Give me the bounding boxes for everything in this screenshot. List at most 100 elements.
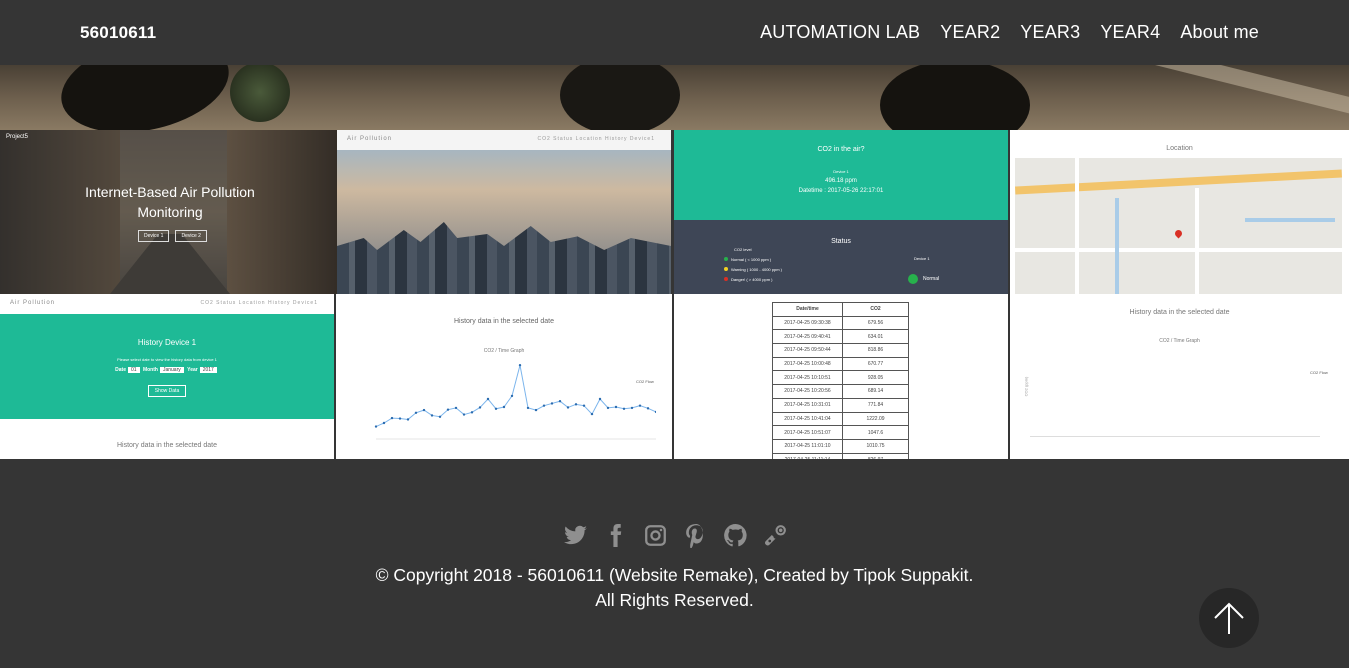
nav-item-about-me[interactable]: About me bbox=[1180, 22, 1259, 43]
location-heading: Location bbox=[1166, 145, 1193, 152]
navbar: 56010611 AUTOMATION LAB YEAR2 YEAR3 YEAR… bbox=[0, 0, 1349, 65]
nav-menu: AUTOMATION LAB YEAR2 YEAR3 YEAR4 About m… bbox=[740, 22, 1259, 43]
nav-item-year3[interactable]: YEAR3 bbox=[1020, 22, 1080, 43]
data-point bbox=[550, 402, 554, 405]
data-point bbox=[510, 394, 514, 398]
tile-brand: Project5 bbox=[6, 134, 29, 140]
level-warning: Warning ( 1000 - 4000 ppm ) bbox=[731, 267, 782, 272]
data-point bbox=[518, 364, 522, 367]
datetime-cell: 2017-04-25 10:31:01 bbox=[772, 397, 843, 413]
nav-item-year2[interactable]: YEAR2 bbox=[940, 22, 1000, 43]
tile-header: Air Pollution bbox=[347, 136, 393, 142]
project-gallery: Project5 Internet-Based Air Pollution Mo… bbox=[0, 130, 1349, 459]
nav-item-year4[interactable]: YEAR4 bbox=[1100, 22, 1160, 43]
ppm-value: 496.18 ppm bbox=[825, 178, 857, 184]
data-point bbox=[478, 406, 482, 409]
co2-cell: 634.01 bbox=[842, 329, 909, 345]
nav-item-automation-lab[interactable]: AUTOMATION LAB bbox=[760, 22, 920, 43]
year-select: 2017 bbox=[199, 367, 217, 373]
datetime-cell: 2017-04-25 10:20:56 bbox=[772, 384, 843, 399]
data-point bbox=[422, 408, 426, 412]
tile-header: Air Pollution bbox=[10, 300, 56, 306]
back-to-top-button[interactable] bbox=[1199, 588, 1259, 648]
chart-legend: CO2 Flow bbox=[636, 379, 654, 384]
table-row: 2017-04-25 10:10:51 928.05 bbox=[772, 370, 909, 386]
datetime-cell: 2017-04-25 09:50:44 bbox=[772, 343, 843, 358]
table-row: 2017-04-25 10:00:48 670.77 bbox=[772, 356, 909, 372]
datetime-cell: 2017-04-25 10:41:04 bbox=[772, 411, 843, 427]
data-point bbox=[542, 404, 546, 407]
level-normal: Normal ( < 1000 ppm ) bbox=[731, 257, 772, 262]
instagram-icon[interactable] bbox=[641, 521, 669, 549]
data-point bbox=[430, 414, 434, 417]
data-point bbox=[582, 404, 586, 407]
table-row: 2017-04-25 10:51:07 1047.6 bbox=[772, 425, 909, 440]
datetime-cell: 2017-04-25 10:10:51 bbox=[772, 370, 843, 386]
data-point bbox=[486, 397, 490, 401]
datetime-cell: 2017-04-25 09:30:38 bbox=[772, 315, 843, 331]
co2-cell: CO2 bbox=[842, 302, 909, 317]
history-prompt: Please select date to view the history d… bbox=[117, 357, 217, 362]
brand-link[interactable]: 56010611 bbox=[80, 23, 156, 43]
table-row: 2017-04-25 10:41:04 1222.09 bbox=[772, 411, 909, 427]
co2-cell: 689.14 bbox=[842, 384, 909, 399]
pinterest-icon[interactable] bbox=[681, 521, 709, 549]
gallery-tile-empty-chart[interactable]: History data in the selected date CO2 / … bbox=[1010, 294, 1349, 459]
co2-cell: 679.56 bbox=[842, 315, 909, 331]
data-point bbox=[470, 411, 474, 414]
co2-cell: 1047.6 bbox=[842, 425, 909, 440]
data-point bbox=[526, 406, 530, 410]
github-icon[interactable] bbox=[721, 521, 749, 549]
device1-button: Device 1 bbox=[138, 230, 170, 242]
datetime-cell: Date/time bbox=[772, 302, 843, 317]
co2-cell: 1222.09 bbox=[842, 411, 909, 427]
date-select: 01 bbox=[128, 367, 140, 373]
gallery-tile-location[interactable]: Location bbox=[1010, 130, 1349, 294]
chart-heading: History data in the selected date bbox=[453, 318, 554, 325]
history-footer: History data in the selected date bbox=[116, 442, 217, 449]
twitter-icon[interactable] bbox=[561, 521, 589, 549]
history-heading: History Device 1 bbox=[137, 338, 197, 347]
level-danger: Danger! ( > 4000 ppm ) bbox=[731, 277, 773, 282]
gallery-tile-chart[interactable]: History data in the selected date CO2 / … bbox=[336, 294, 672, 459]
data-point bbox=[606, 406, 610, 410]
gallery-tile-history-form[interactable]: Air Pollution CO2 Status Location Histor… bbox=[0, 294, 334, 459]
data-point bbox=[382, 421, 386, 425]
data-point bbox=[502, 405, 506, 409]
table-header-row: Date/time CO2 bbox=[772, 302, 909, 317]
data-point bbox=[590, 412, 594, 416]
device2-button: Device 2 bbox=[175, 230, 207, 242]
data-point bbox=[534, 408, 538, 412]
table-row: 2017-04-25 10:31:01 771.84 bbox=[772, 397, 909, 413]
table-row: 2017-04-25 09:50:44 818.86 bbox=[772, 343, 909, 358]
steam-icon[interactable] bbox=[761, 521, 789, 549]
show-data-button: Show Data bbox=[147, 385, 187, 397]
date-label: Date bbox=[115, 367, 126, 373]
map-pin-icon bbox=[1173, 228, 1184, 239]
status-heading: Status bbox=[831, 238, 851, 245]
co2-cell: 771.84 bbox=[842, 397, 909, 413]
data-point bbox=[574, 403, 578, 406]
chart-legend: CO2 Flow bbox=[1310, 370, 1328, 375]
gallery-tile-landing[interactable]: Project5 Internet-Based Air Pollution Mo… bbox=[0, 130, 337, 294]
co2-cell: 818.86 bbox=[842, 343, 909, 358]
gallery-tile-city[interactable]: Air Pollution CO2 Status Location Histor… bbox=[337, 130, 671, 294]
table-row: 2017-04-25 11:01:10 1010.75 bbox=[772, 438, 909, 454]
history-table: Date/time CO2 2017-04-25 09:30:38 679.56 201… bbox=[772, 302, 909, 459]
data-point bbox=[622, 407, 626, 410]
datetime-cell: 2017-04-25 10:00:48 bbox=[772, 356, 843, 372]
gallery-tile-table[interactable]: Date/time CO2 2017-04-25 09:30:38 679.56 201… bbox=[674, 294, 1008, 459]
tile-links: CO2 Status Location History Device1 bbox=[200, 300, 318, 306]
datetime-value: Datetime : 2017-05-26 22:17:01 bbox=[798, 188, 884, 194]
footer: © Copyright 2018 - 56010611 (Website Rem… bbox=[0, 459, 1349, 668]
co2-level-label: CO2 level bbox=[734, 247, 752, 252]
data-point bbox=[494, 407, 498, 410]
status-value: Normal bbox=[923, 276, 940, 282]
gallery-tile-status[interactable]: CO2 in the air? Device 1 496.18 ppm Date… bbox=[674, 130, 1008, 294]
co2-cell: 670.77 bbox=[842, 356, 909, 372]
data-point bbox=[414, 411, 418, 414]
data-point bbox=[614, 405, 618, 409]
device-col-label: Device 1 bbox=[914, 256, 930, 261]
chart-title: CO2 / Time Graph bbox=[1159, 338, 1200, 344]
facebook-icon[interactable] bbox=[601, 521, 629, 549]
